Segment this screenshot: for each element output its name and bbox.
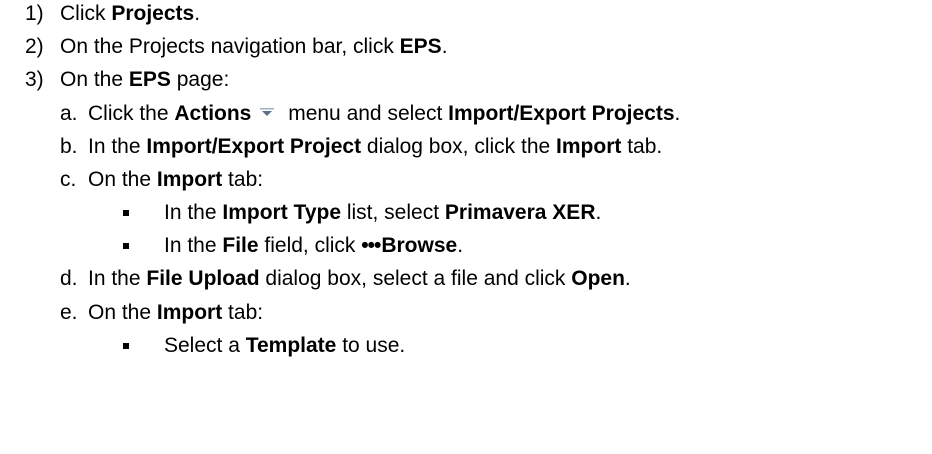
step-number: 2) (25, 35, 44, 58)
bullet-text: Select a Template to use. (164, 334, 406, 357)
step-text: On the Projects navigation bar, click EP… (60, 35, 448, 58)
square-bullet-icon (123, 243, 129, 249)
square-bullet-icon (123, 343, 129, 349)
substep-letter: b. (60, 135, 78, 158)
instruction-document: 1) Click Projects. 2) On the Projects na… (0, 0, 932, 454)
dropdown-arrow-icon (258, 98, 276, 126)
substep-text: In the File Upload dialog box, select a … (88, 267, 631, 290)
substep-text: On the Import tab: (88, 168, 264, 191)
substep-text: Click the Actions menu and select Import… (88, 100, 680, 128)
square-bullet-icon (123, 210, 129, 216)
bullet-text: In the Import Type list, select Primaver… (164, 201, 602, 224)
substep-letter: e. (60, 301, 78, 324)
substep-text: In the Import/Export Project dialog box,… (88, 135, 663, 158)
substep-letter: a. (60, 102, 78, 125)
substep-text: On the Import tab: (88, 301, 264, 324)
step-number: 1) (25, 2, 44, 25)
ellipsis-icon: ••• (361, 234, 381, 257)
bullet-text: In the File field, click •••Browse. (164, 232, 463, 260)
step-text: Click Projects. (60, 2, 201, 25)
step-number: 3) (25, 68, 44, 91)
substep-letter: c. (60, 168, 77, 191)
substep-letter: d. (60, 267, 78, 290)
step-text: On the EPS page: (60, 68, 230, 91)
